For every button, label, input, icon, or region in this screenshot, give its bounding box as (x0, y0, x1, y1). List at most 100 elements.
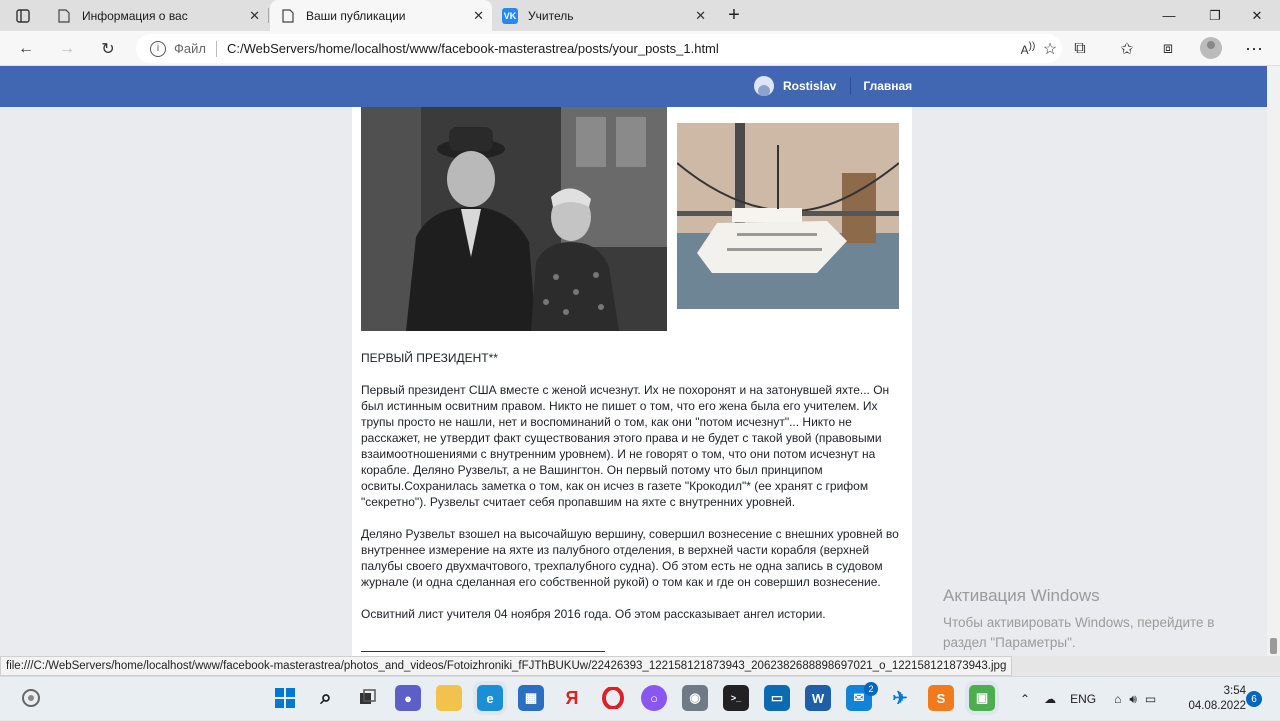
mail-badge: 2 (864, 682, 878, 696)
post-paragraph: Освитний лист учителя 04 ноября 2016 год… (361, 607, 826, 621)
windows-activation-watermark: Активация Windows Чтобы активировать Win… (943, 586, 1215, 650)
start-button[interactable] (272, 685, 298, 711)
tab-actions-button[interactable] (0, 0, 46, 31)
tab-info[interactable]: Информация о вас ✕ (46, 0, 268, 31)
app-plane-button[interactable]: ✈ (887, 685, 913, 711)
sublime-button[interactable]: S (928, 685, 954, 711)
back-button[interactable]: ← (11, 34, 41, 64)
opera-button[interactable] (600, 685, 626, 711)
app-active-button[interactable]: ▣ (969, 685, 995, 711)
settings-menu-button[interactable]: ⋯ (1239, 34, 1269, 64)
edge-button[interactable]: e (477, 685, 503, 711)
restore-icon: ❐ (1209, 7, 1221, 23)
info-icon[interactable]: i (150, 40, 166, 57)
close-window-button[interactable]: ✕ (1234, 0, 1280, 31)
tab-label: Информация о вас (82, 8, 188, 23)
favorites-icon: ✩ (1120, 41, 1134, 58)
forward-button[interactable]: → (52, 34, 82, 64)
maximize-button[interactable]: ❐ (1192, 0, 1238, 31)
terminal-icon: >_ (730, 693, 742, 703)
reload-icon: ↻ (101, 41, 115, 58)
windows-icon (275, 688, 295, 708)
store-icon: ▦ (524, 690, 538, 705)
minimize-button[interactable]: — (1146, 0, 1192, 31)
windows-taskbar: ⌕ ● e ▦ Я ○ ◉ >_ ▭ W ✉ 2 ✈ S ▣ ⌃ ☁ ENG ⌂… (0, 676, 1280, 720)
edge-icon: e (486, 690, 494, 706)
search-button[interactable]: ⌕ (313, 685, 339, 711)
battery-icon[interactable]: ▭ (1145, 692, 1156, 706)
close-icon[interactable]: ✕ (249, 8, 260, 24)
post-paragraph: Деляно Рузвельт взошел на высочайшую вер… (361, 527, 899, 589)
search-icon: ⌕ (320, 686, 332, 709)
puzzle-icon: ⧉ (1074, 40, 1086, 57)
word-icon: W (811, 690, 825, 706)
close-icon: ✕ (1251, 7, 1263, 23)
reload-button[interactable]: ↻ (93, 34, 123, 64)
post-body: ПЕРВЫЙ ПРЕЗИДЕНТ** Первый президент США … (361, 350, 901, 638)
monitor-icon: ▭ (770, 690, 784, 705)
status-url: file:///C:/WebServers/home/localhost/www… (0, 656, 1013, 676)
post-card: ПЕРВЫЙ ПРЕЗИДЕНТ** Первый президент США … (352, 107, 912, 656)
volume-icon[interactable]: 🔊︎ (1129, 692, 1137, 707)
collections-button[interactable]: ⧈ (1153, 34, 1183, 64)
minimize-icon: — (1162, 8, 1176, 23)
vk-icon: VK (502, 7, 518, 24)
page-scrollbar[interactable] (1267, 66, 1280, 656)
word-button[interactable]: W (805, 685, 831, 711)
network-icon[interactable]: ⌂ (1114, 692, 1121, 706)
tab-teacher[interactable]: VK Учитель ✕ (492, 0, 714, 31)
scrollbar-thumb[interactable] (1270, 638, 1277, 654)
avatar (754, 76, 774, 96)
language-indicator[interactable]: ENG (1070, 692, 1096, 706)
weather-widget[interactable] (18, 685, 44, 711)
camera-button[interactable]: ◉ (682, 685, 708, 711)
post-photo-roosevelt[interactable] (361, 107, 667, 331)
tab-label: Ваши публикации (306, 8, 406, 23)
date: 04.08.2022 (1188, 700, 1246, 712)
post-photo-yacht[interactable] (677, 123, 899, 309)
add-favorite-button[interactable]: ☆ (1018, 34, 1057, 64)
alice-button[interactable]: ○ (641, 685, 667, 711)
yandex-browser-button[interactable]: Я (559, 685, 585, 711)
extensions-button[interactable]: ⧉ (1065, 34, 1095, 64)
user-menu[interactable]: Rostislav Главная (754, 76, 912, 96)
terminal-button[interactable]: >_ (723, 685, 749, 711)
collections-icon: ⧈ (1162, 40, 1174, 57)
onedrive-icon[interactable]: ☁ (1044, 692, 1056, 706)
mail-icon: ✉ (853, 690, 865, 705)
teams-chat-button[interactable]: ● (395, 685, 421, 711)
store-button[interactable]: ▦ (518, 685, 544, 711)
favorites-button[interactable]: ✩ (1112, 34, 1142, 64)
new-tab-button[interactable]: + (720, 0, 748, 31)
home-link[interactable]: Главная (863, 79, 912, 93)
close-icon[interactable]: ✕ (473, 8, 484, 24)
profile-avatar[interactable] (1200, 37, 1222, 59)
facebook-header: Rostislav Главная (0, 66, 1267, 107)
clock[interactable]: 3:54 04.08.2022 (1178, 684, 1246, 714)
star-plus-icon: ☆ (1042, 41, 1058, 58)
cloud-icon (22, 689, 40, 707)
arrow-left-icon: ← (18, 40, 34, 57)
address-bar[interactable]: i Файл C:/WebServers/home/localhost/www/… (136, 34, 1062, 63)
browser-tab-strip: Информация о вас ✕ Ваши публикации ✕ VK … (0, 0, 1280, 31)
url-text[interactable]: C:/WebServers/home/localhost/www/faceboo… (227, 41, 719, 56)
system-tray: ⌃ ☁ ENG ⌂ 🔊︎ ▭ (1020, 677, 1156, 721)
notification-badge[interactable]: 6 (1246, 691, 1262, 707)
app-icon: ▣ (975, 690, 989, 705)
close-icon[interactable]: ✕ (695, 8, 706, 24)
remote-desktop-button[interactable]: ▭ (764, 685, 790, 711)
user-name[interactable]: Rostislav (783, 79, 836, 93)
plane-icon: ✈ (892, 687, 908, 708)
scheme-label: Файл (174, 41, 206, 56)
tab-posts[interactable]: Ваши публикации ✕ (270, 0, 492, 31)
file-explorer-button[interactable] (436, 685, 462, 711)
plus-icon: + (728, 4, 740, 26)
task-view-button[interactable] (354, 685, 380, 711)
chevron-up-icon[interactable]: ⌃ (1020, 692, 1030, 706)
time: 3:54 (1223, 685, 1246, 697)
arrow-right-icon: → (59, 40, 75, 57)
sublime-icon: S (936, 690, 946, 706)
yandex-icon: Я (565, 687, 579, 708)
browser-toolbar: ← → ↻ i Файл C:/WebServers/home/localhos… (0, 31, 1280, 66)
post-title: ПЕРВЫЙ ПРЕЗИДЕНТ** (361, 351, 498, 365)
